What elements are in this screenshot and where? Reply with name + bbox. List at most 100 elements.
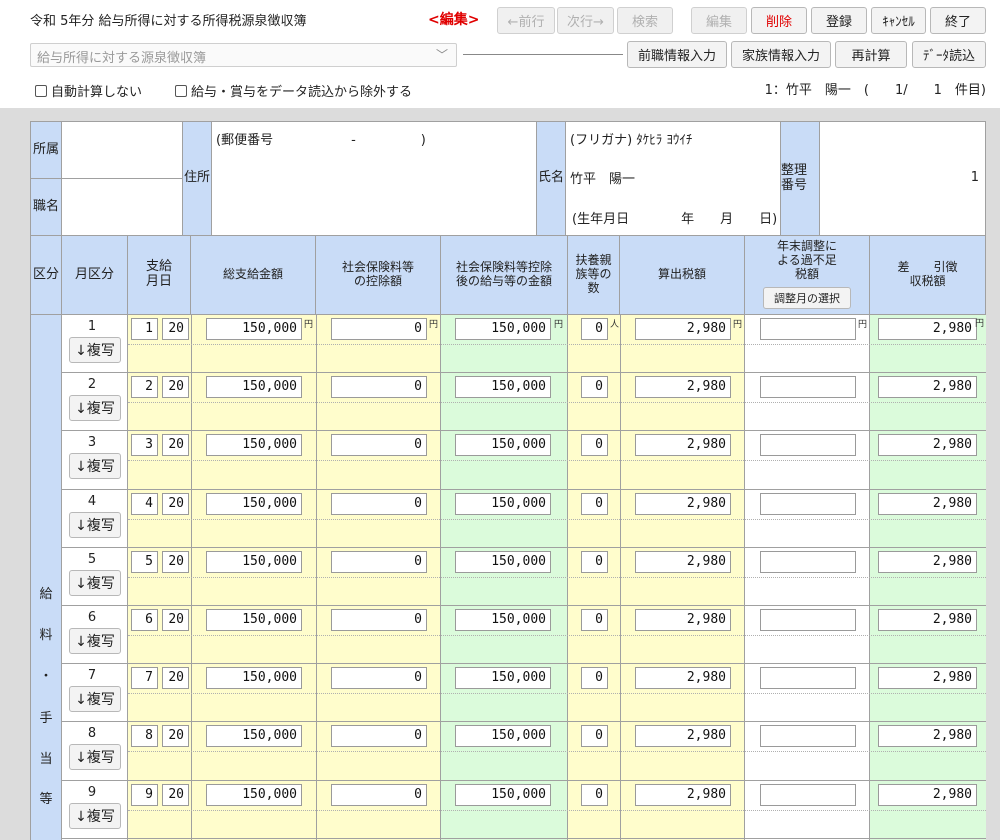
register-button[interactable]: 登録 bbox=[811, 7, 867, 34]
copy-down-button[interactable]: ↓複写 bbox=[69, 744, 121, 770]
search-button[interactable]: 検索 bbox=[617, 7, 673, 34]
gross-pay-input[interactable]: 150,000 bbox=[206, 551, 302, 573]
after-social-input[interactable]: 150,000 bbox=[455, 376, 551, 398]
calculated-tax-input[interactable]: 2,980 bbox=[635, 784, 731, 806]
delete-button[interactable]: 削除 bbox=[751, 7, 807, 34]
pay-day-input[interactable]: 20 bbox=[162, 551, 189, 573]
copy-down-button[interactable]: ↓複写 bbox=[69, 570, 121, 596]
social-insurance-input[interactable]: 0 bbox=[331, 551, 427, 573]
calculated-tax-input[interactable]: 2,980 bbox=[635, 376, 731, 398]
checkbox-box[interactable] bbox=[175, 84, 187, 97]
after-social-input[interactable]: 150,000 bbox=[455, 667, 551, 689]
dependents-input[interactable]: 0 bbox=[581, 434, 608, 456]
dependents-input[interactable]: 0 bbox=[581, 318, 608, 340]
calculated-tax-input[interactable]: 2,980 bbox=[635, 318, 731, 340]
year-end-adjust-input[interactable] bbox=[760, 318, 856, 340]
dependents-input[interactable]: 0 bbox=[581, 667, 608, 689]
name-field[interactable]: (フリガナ) ﾀｹﾋﾗ ﾖｳｲﾁ 竹平 陽一 (生年月日 年 月 日) bbox=[566, 122, 781, 236]
after-social-input[interactable]: 150,000 bbox=[455, 318, 551, 340]
dependents-input[interactable]: 0 bbox=[581, 551, 608, 573]
after-social-input[interactable]: 150,000 bbox=[455, 784, 551, 806]
copy-down-button[interactable]: ↓複写 bbox=[69, 686, 121, 712]
copy-down-button[interactable]: ↓複写 bbox=[69, 803, 121, 829]
dependents-input[interactable]: 0 bbox=[581, 725, 608, 747]
family-info-button[interactable]: 家族情報入力 bbox=[731, 41, 831, 68]
social-insurance-input[interactable]: 0 bbox=[331, 667, 427, 689]
after-social-input[interactable]: 150,000 bbox=[455, 434, 551, 456]
social-insurance-input[interactable]: 0 bbox=[331, 318, 427, 340]
copy-down-button[interactable]: ↓複写 bbox=[69, 395, 121, 421]
social-insurance-input[interactable]: 0 bbox=[331, 434, 427, 456]
year-end-adjust-input[interactable] bbox=[760, 609, 856, 631]
calculated-tax-input[interactable]: 2,980 bbox=[635, 434, 731, 456]
pay-day-input[interactable]: 20 bbox=[162, 376, 189, 398]
year-end-adjust-input[interactable] bbox=[760, 434, 856, 456]
gross-pay-input[interactable]: 150,000 bbox=[206, 434, 302, 456]
dependents-input[interactable]: 0 bbox=[581, 493, 608, 515]
edit-button[interactable]: 編集 bbox=[691, 7, 747, 34]
pay-month-input[interactable]: 6 bbox=[131, 609, 158, 631]
pay-day-input[interactable]: 20 bbox=[162, 784, 189, 806]
year-end-adjust-input[interactable] bbox=[760, 725, 856, 747]
pay-month-input[interactable]: 8 bbox=[131, 725, 158, 747]
pay-month-input[interactable]: 5 bbox=[131, 551, 158, 573]
year-end-adjust-input[interactable] bbox=[760, 376, 856, 398]
gross-pay-input[interactable]: 150,000 bbox=[206, 725, 302, 747]
pay-month-input[interactable]: 2 bbox=[131, 376, 158, 398]
data-load-button[interactable]: ﾃﾞｰﾀ読込 bbox=[912, 41, 986, 68]
withheld-tax-input[interactable]: 2,980 bbox=[878, 667, 977, 689]
address-field[interactable]: (郵便番号 - ) bbox=[212, 122, 537, 236]
social-insurance-input[interactable]: 0 bbox=[331, 725, 427, 747]
withheld-tax-input[interactable]: 2,980 bbox=[878, 784, 977, 806]
calculated-tax-input[interactable]: 2,980 bbox=[635, 609, 731, 631]
calculated-tax-input[interactable]: 2,980 bbox=[635, 493, 731, 515]
recalculate-button[interactable]: 再計算 bbox=[835, 41, 907, 68]
dependents-input[interactable]: 0 bbox=[581, 376, 608, 398]
pay-day-input[interactable]: 20 bbox=[162, 318, 189, 340]
pay-day-input[interactable]: 20 bbox=[162, 434, 189, 456]
gross-pay-input[interactable]: 150,000 bbox=[206, 318, 302, 340]
social-insurance-input[interactable]: 0 bbox=[331, 609, 427, 631]
social-insurance-input[interactable]: 0 bbox=[331, 493, 427, 515]
dependents-input[interactable]: 0 bbox=[581, 784, 608, 806]
gross-pay-input[interactable]: 150,000 bbox=[206, 609, 302, 631]
no-auto-calc-checkbox[interactable]: 自動計算しない bbox=[35, 81, 142, 100]
exclude-salary-checkbox[interactable]: 給与・賞与をデータ読込から除外する bbox=[175, 81, 412, 100]
withheld-tax-input[interactable]: 2,980 bbox=[878, 493, 977, 515]
pay-day-input[interactable]: 20 bbox=[162, 667, 189, 689]
withheld-tax-input[interactable]: 2,980 bbox=[878, 609, 977, 631]
gross-pay-input[interactable]: 150,000 bbox=[206, 493, 302, 515]
withheld-tax-input[interactable]: 2,980 bbox=[878, 376, 977, 398]
calculated-tax-input[interactable]: 2,980 bbox=[635, 725, 731, 747]
after-social-input[interactable]: 150,000 bbox=[455, 725, 551, 747]
close-button[interactable]: 終了 bbox=[930, 7, 986, 34]
after-social-input[interactable]: 150,000 bbox=[455, 551, 551, 573]
gross-pay-input[interactable]: 150,000 bbox=[206, 667, 302, 689]
cancel-button[interactable]: ｷｬﾝｾﾙ bbox=[871, 7, 926, 34]
social-insurance-input[interactable]: 0 bbox=[331, 784, 427, 806]
year-end-adjust-input[interactable] bbox=[760, 551, 856, 573]
calculated-tax-input[interactable]: 2,980 bbox=[635, 667, 731, 689]
dependents-input[interactable]: 0 bbox=[581, 609, 608, 631]
copy-down-button[interactable]: ↓複写 bbox=[69, 453, 121, 479]
year-end-adjust-input[interactable] bbox=[760, 667, 856, 689]
pay-month-input[interactable]: 7 bbox=[131, 667, 158, 689]
pay-day-input[interactable]: 20 bbox=[162, 493, 189, 515]
job-title-field[interactable] bbox=[62, 179, 183, 236]
pay-month-input[interactable]: 3 bbox=[131, 434, 158, 456]
pay-day-input[interactable]: 20 bbox=[162, 725, 189, 747]
withheld-tax-input[interactable]: 2,980 bbox=[878, 551, 977, 573]
adjust-month-button[interactable]: 調整月の選択 bbox=[763, 287, 851, 309]
book-type-select[interactable]: 給与所得に対する源泉徴収簿 ﹀ bbox=[30, 43, 457, 67]
withheld-tax-input[interactable]: 2,980 bbox=[878, 434, 977, 456]
social-insurance-input[interactable]: 0 bbox=[331, 376, 427, 398]
copy-down-button[interactable]: ↓複写 bbox=[69, 337, 121, 363]
gross-pay-input[interactable]: 150,000 bbox=[206, 784, 302, 806]
gross-pay-input[interactable]: 150,000 bbox=[206, 376, 302, 398]
withheld-tax-input[interactable]: 2,980 bbox=[878, 725, 977, 747]
year-end-adjust-input[interactable] bbox=[760, 784, 856, 806]
pay-month-input[interactable]: 9 bbox=[131, 784, 158, 806]
prev-row-button[interactable]: ←前行 bbox=[497, 7, 555, 34]
pay-month-input[interactable]: 4 bbox=[131, 493, 158, 515]
prev-job-info-button[interactable]: 前職情報入力 bbox=[627, 41, 727, 68]
